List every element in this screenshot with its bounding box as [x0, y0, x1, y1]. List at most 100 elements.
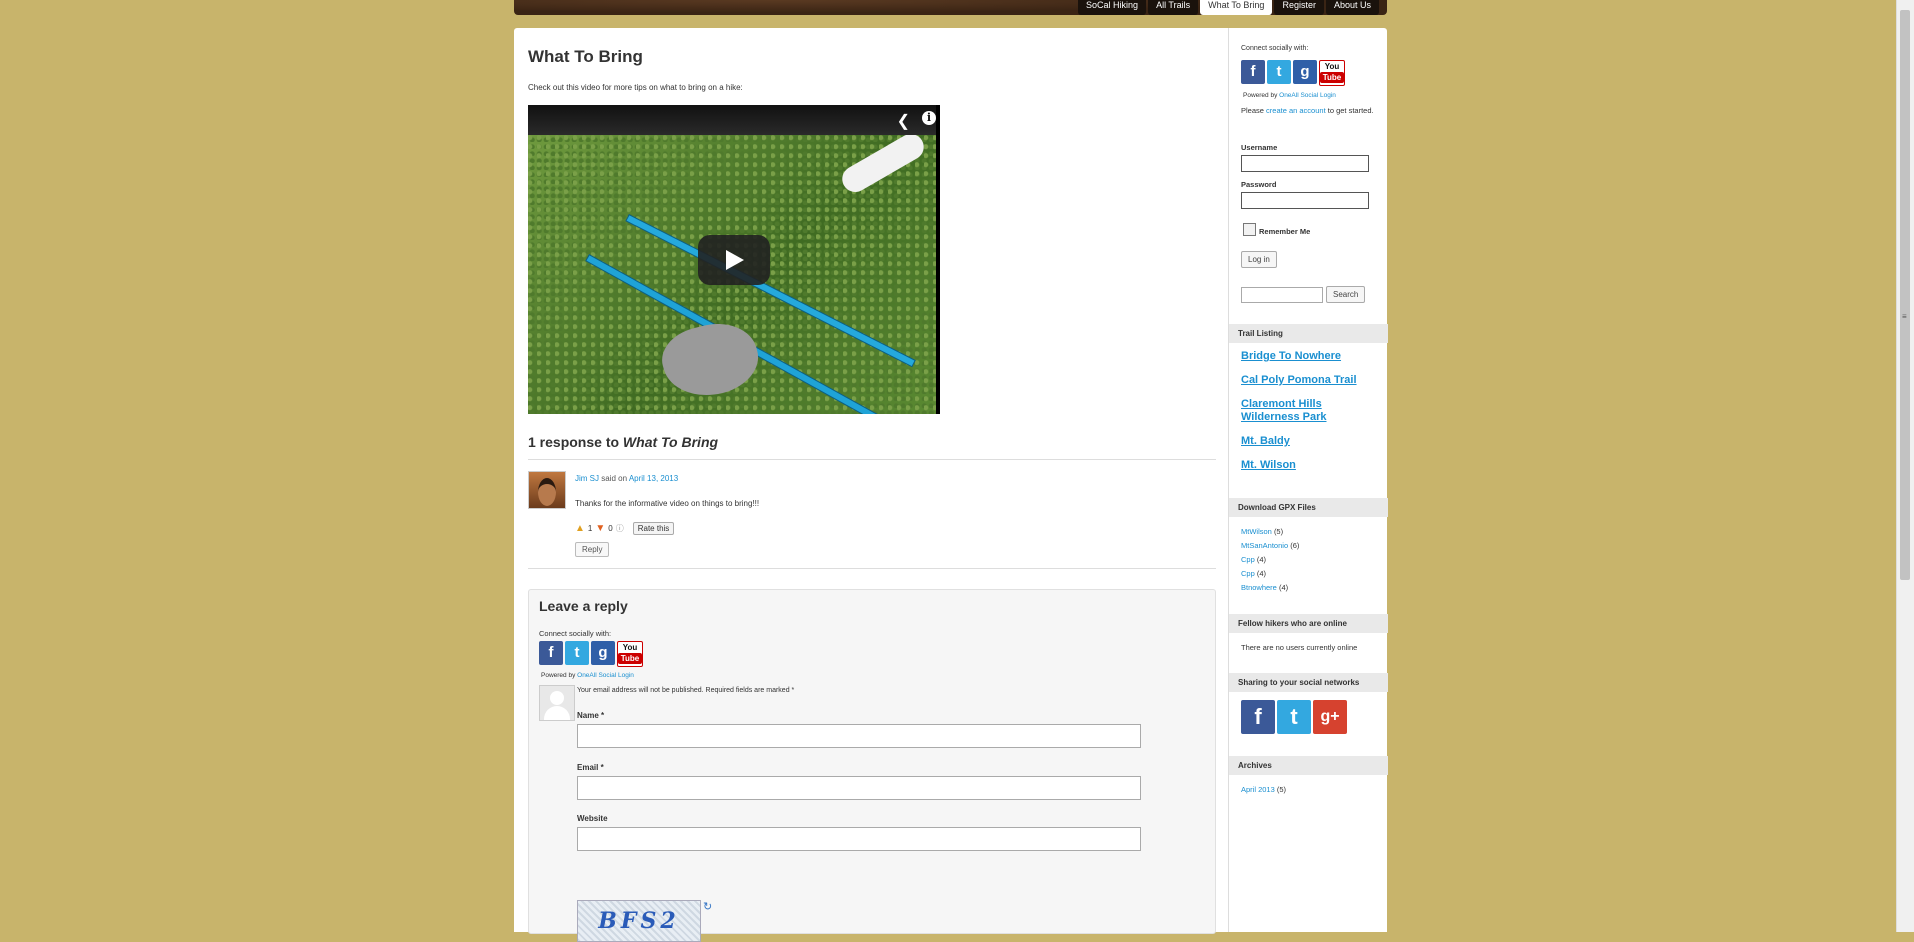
nav-item-what-to-bring[interactable]: What To Bring: [1200, 0, 1273, 15]
username-label: Username: [1241, 143, 1278, 152]
scrollbar-thumb[interactable]: [1900, 10, 1910, 580]
search-button[interactable]: Search: [1326, 286, 1366, 303]
gpx-link[interactable]: Cpp: [1241, 555, 1255, 564]
powered-by-prefix: Powered by: [541, 672, 578, 679]
sidebar: Connect socially with: f t g You Tube Pow…: [1228, 28, 1388, 932]
comment-rating: ▲ 1 ▼ 0 ⓘ Rate this: [575, 522, 675, 535]
post-intro: Check out this video for more tips on wh…: [528, 83, 743, 92]
gpx-count: (6): [1290, 541, 1300, 550]
reply-form: Leave a reply Connect socially with: f t…: [528, 589, 1216, 942]
google-icon[interactable]: g: [1293, 60, 1317, 84]
gpx-item: Cpp (4): [1241, 567, 1299, 581]
remember-me-label: Remember Me: [1259, 227, 1311, 236]
youtube-icon-text-bottom: Tube: [618, 653, 642, 664]
oneall-link[interactable]: OneAll Social Login: [577, 672, 634, 679]
online-users-text: There are no users currently online: [1241, 643, 1358, 652]
likes-count: 1: [587, 524, 593, 533]
thumbs-down-icon[interactable]: ▼: [595, 523, 605, 534]
comment-author-link[interactable]: Jim SJ: [575, 474, 599, 483]
nav-item-all-trails[interactable]: All Trails: [1148, 0, 1199, 15]
gpx-item: Btnowhere (4): [1241, 581, 1299, 595]
youtube-icon[interactable]: You Tube: [617, 641, 643, 667]
responses-prefix: 1 response to: [528, 434, 623, 450]
remember-me-checkbox[interactable]: [1243, 223, 1256, 236]
username-field[interactable]: [1241, 155, 1369, 172]
comment-date-link[interactable]: April 13, 2013: [629, 474, 678, 483]
archives-heading: Archives: [1229, 756, 1388, 775]
youtube-icon-text-top: You: [622, 643, 638, 652]
facebook-icon[interactable]: f: [539, 641, 563, 665]
avatar-placeholder-head: [550, 691, 564, 705]
password-field[interactable]: [1241, 192, 1369, 209]
gpx-count: (4): [1278, 583, 1289, 592]
gpx-item: MtSanAntonio (6): [1241, 539, 1299, 553]
rating-info-icon[interactable]: ⓘ: [616, 523, 624, 534]
gpx-link[interactable]: Btnowhere: [1241, 583, 1277, 592]
comment-said-on: said on: [599, 474, 629, 483]
online-heading: Fellow hikers who are online: [1229, 614, 1388, 633]
scrollbar-grip-icon: ≡: [1902, 312, 1907, 321]
trail-link-bridge-to-nowhere[interactable]: Bridge To Nowhere: [1241, 350, 1381, 363]
gpx-count: (5): [1273, 527, 1284, 536]
rate-this-button[interactable]: Rate this: [632, 522, 675, 535]
sidebar-powered-by: Powered by OneAll Social Login: [1243, 92, 1336, 99]
name-field[interactable]: [577, 724, 1141, 748]
nav-item-register[interactable]: Register: [1274, 0, 1324, 15]
email-label: Email *: [577, 763, 604, 772]
nav-item-about-us[interactable]: About Us: [1325, 0, 1379, 15]
gpx-link[interactable]: MtWilson: [1241, 527, 1272, 536]
powered-by-prefix: Powered by: [1243, 92, 1280, 99]
nav-menu: SoCal Hiking All Trails What To Bring Re…: [1076, 0, 1379, 15]
create-account-link[interactable]: create an account: [1266, 106, 1326, 115]
social-login-icons: f t g You Tube: [539, 641, 643, 667]
email-field[interactable]: [577, 776, 1141, 800]
create-account-text: Please create an account to get started.: [1241, 104, 1376, 117]
reply-button[interactable]: Reply: [575, 542, 610, 557]
twitter-icon[interactable]: t: [565, 641, 589, 665]
sidebar-social-login-icons: f t g You Tube: [1241, 60, 1345, 86]
gpx-item: MtWilson (5): [1241, 525, 1299, 539]
facebook-icon[interactable]: f: [1241, 700, 1275, 734]
login-button[interactable]: Log in: [1241, 251, 1277, 268]
trail-link-cal-poly-pomona[interactable]: Cal Poly Pomona Trail: [1241, 374, 1381, 387]
gpx-list: MtWilson (5) MtSanAntonio (6) Cpp (4) Cp…: [1241, 525, 1299, 595]
gpx-link[interactable]: MtSanAntonio: [1241, 541, 1288, 550]
trail-link-mt-wilson[interactable]: Mt. Wilson: [1241, 459, 1381, 472]
youtube-icon[interactable]: You Tube: [1319, 60, 1345, 86]
nav-item-socal-hiking[interactable]: SoCal Hiking: [1078, 0, 1147, 15]
page-title: What To Bring: [528, 47, 643, 66]
website-field[interactable]: [577, 827, 1141, 851]
sharing-icons: f t g+: [1241, 700, 1347, 734]
powered-by: Powered by OneAll Social Login: [541, 672, 634, 679]
facebook-icon[interactable]: f: [1241, 60, 1265, 84]
reply-heading: Leave a reply: [539, 598, 628, 614]
sharing-heading: Sharing to your social networks: [1229, 673, 1388, 692]
trail-link-claremont-hills[interactable]: Claremont Hills Wilderness Park: [1241, 398, 1381, 424]
thumbs-up-icon[interactable]: ▲: [575, 523, 585, 534]
divider: [528, 568, 1216, 569]
gpx-count: (4): [1256, 569, 1267, 578]
sidebar-connect-label: Connect socially with:: [1241, 45, 1309, 52]
password-label: Password: [1241, 180, 1277, 189]
video-player[interactable]: ❮ i: [528, 105, 940, 414]
gpx-link[interactable]: Cpp: [1241, 569, 1255, 578]
twitter-icon[interactable]: t: [1277, 700, 1311, 734]
share-icon[interactable]: ❮: [897, 111, 910, 131]
trail-listing-heading: Trail Listing: [1229, 324, 1388, 343]
vertical-scrollbar[interactable]: ≡: [1896, 0, 1914, 932]
refresh-captcha-icon[interactable]: ↻: [703, 900, 712, 913]
trail-link-mt-baldy[interactable]: Mt. Baldy: [1241, 435, 1381, 448]
oneall-link[interactable]: OneAll Social Login: [1279, 92, 1336, 99]
connect-socially-label: Connect socially with:: [539, 629, 612, 638]
gpx-heading: Download GPX Files: [1229, 498, 1388, 517]
archive-link[interactable]: April 2013: [1241, 785, 1275, 794]
video-top-bar: [528, 105, 940, 135]
sidebar-search-input[interactable]: [1241, 287, 1323, 303]
play-button[interactable]: [698, 235, 770, 285]
google-plus-icon[interactable]: g+: [1313, 700, 1347, 734]
gpx-item: Cpp (4): [1241, 553, 1299, 567]
info-icon[interactable]: i: [922, 111, 936, 125]
twitter-icon[interactable]: t: [1267, 60, 1291, 84]
google-icon[interactable]: g: [591, 641, 615, 665]
archive-count: (5): [1276, 785, 1287, 794]
